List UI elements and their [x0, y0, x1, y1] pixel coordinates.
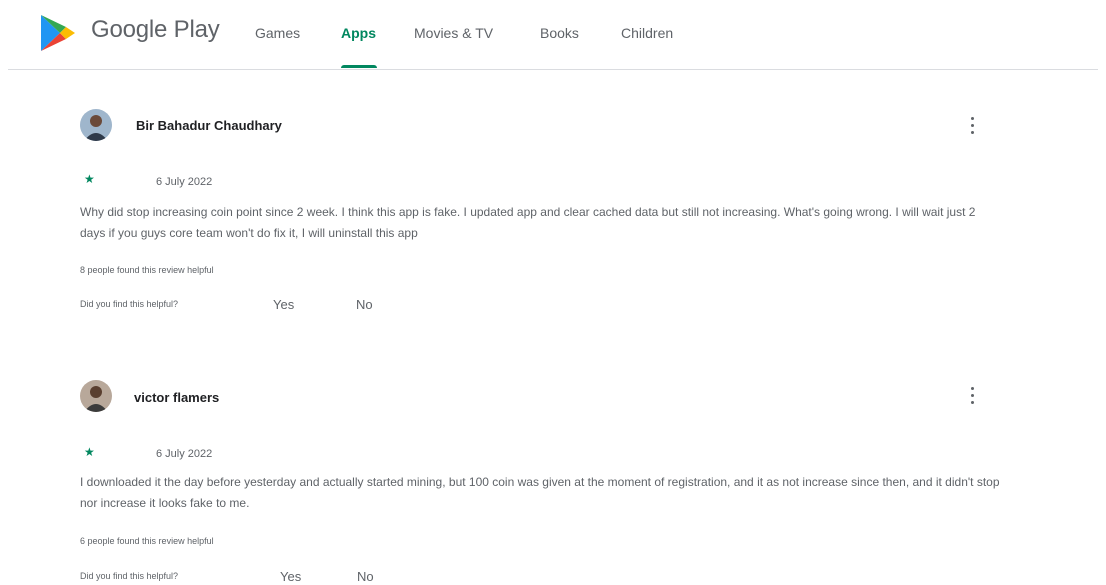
tab-apps[interactable]: Apps: [341, 25, 376, 41]
header-divider: [8, 69, 1098, 70]
yes-button[interactable]: Yes: [273, 297, 294, 312]
active-tab-indicator: [341, 65, 377, 68]
review-text: I downloaded it the day before yesterday…: [80, 475, 1000, 510]
tab-children[interactable]: Children: [621, 25, 673, 41]
helpful-question: Did you find this helpful?: [80, 299, 179, 309]
no-button[interactable]: No: [357, 569, 374, 584]
reviewer-name: victor flamers: [134, 390, 220, 405]
tab-movies-tv[interactable]: Movies & TV: [414, 25, 493, 41]
star-rating: ★: [84, 172, 95, 186]
avatar: [80, 380, 112, 412]
top-app-bar: Google Play Games Apps Movies & TV Books…: [0, 0, 1106, 70]
review-text: Why did stop increasing coin point since…: [80, 205, 976, 240]
avatar: [80, 109, 112, 141]
google-play-logo-icon[interactable]: [38, 13, 78, 53]
helpful-count: 6 people found this review helpful: [80, 536, 214, 546]
review-date: 6 July 2022: [156, 176, 213, 188]
reviewer-name: Bir Bahadur Chaudhary: [136, 118, 282, 133]
review-date: 6 July 2022: [156, 448, 213, 460]
avatar-image: [80, 380, 112, 412]
brand-name[interactable]: Google Play: [91, 16, 220, 44]
more-options-icon[interactable]: [962, 114, 982, 138]
helpful-count: 8 people found this review helpful: [80, 265, 214, 275]
no-button[interactable]: No: [356, 297, 373, 312]
more-options-icon[interactable]: [962, 384, 982, 408]
yes-button[interactable]: Yes: [280, 569, 301, 584]
tab-books[interactable]: Books: [540, 25, 579, 41]
avatar-image: [80, 109, 112, 141]
tab-games[interactable]: Games: [255, 25, 300, 41]
helpful-question: Did you find this helpful?: [80, 571, 179, 581]
star-rating: ★: [84, 445, 95, 459]
